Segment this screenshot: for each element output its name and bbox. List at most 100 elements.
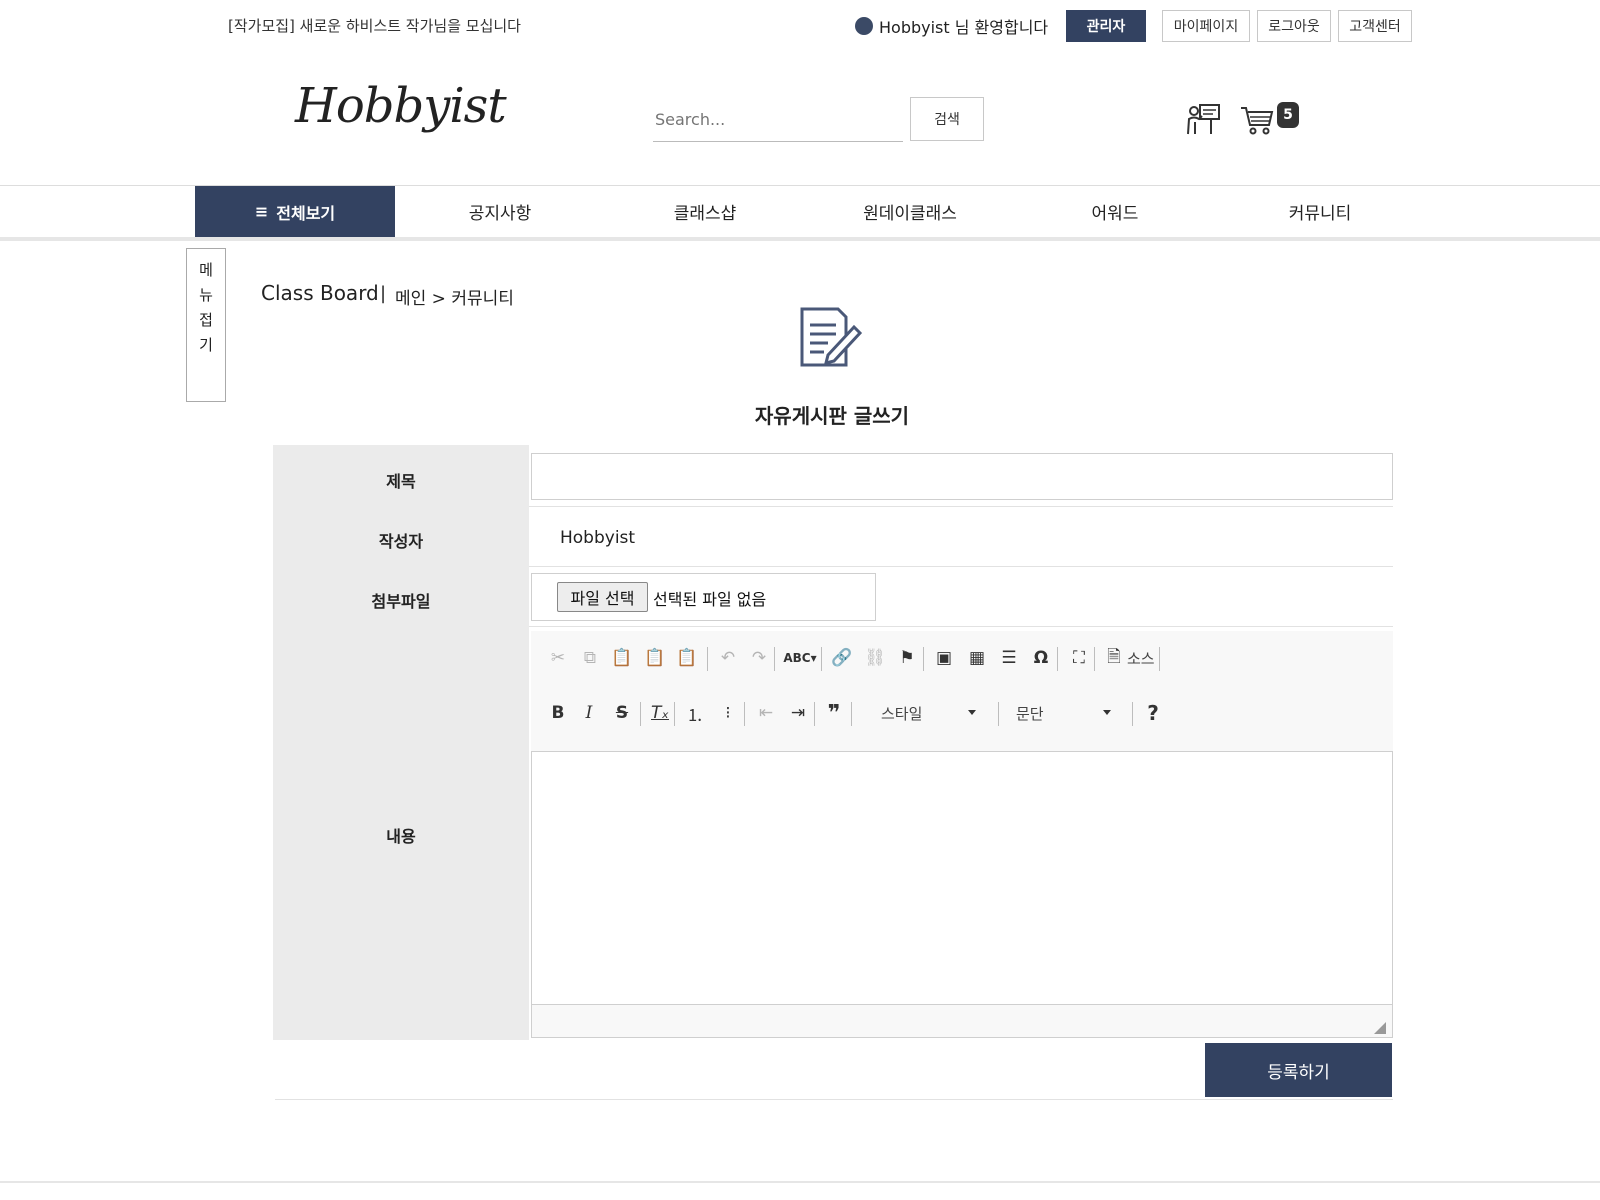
cut-icon[interactable]: ✂ xyxy=(545,645,571,671)
special-char-icon[interactable]: Ω xyxy=(1028,645,1054,671)
breadcrumb-separator: | xyxy=(380,283,387,304)
submit-button[interactable]: 등록하기 xyxy=(1205,1043,1392,1097)
copy-icon[interactable]: ⧉ xyxy=(577,645,603,671)
nav-item-class-shop[interactable]: 클래스샵 xyxy=(605,186,805,237)
spellcheck-icon[interactable]: ABC▾ xyxy=(783,645,817,671)
title-input[interactable] xyxy=(531,453,1393,500)
page-title: 자유게시판 글쓰기 xyxy=(754,404,910,428)
nav-item-award[interactable]: 어워드 xyxy=(1015,186,1215,237)
cart-count-badge: 5 xyxy=(1277,102,1299,128)
author-label: 작성자 xyxy=(378,532,424,551)
nav-all-label: 전체보기 xyxy=(276,203,336,223)
toolbar-separator xyxy=(674,702,675,726)
content-label: 내용 xyxy=(386,827,416,846)
fold-char: 뉴 xyxy=(199,286,213,304)
paste-icon[interactable]: 📋 xyxy=(609,645,635,671)
style-select-value: 스타일 xyxy=(881,704,923,723)
class-board-icon[interactable] xyxy=(1186,102,1222,136)
file-status-text: 선택된 파일 없음 xyxy=(653,590,767,609)
blockquote-icon[interactable]: ❞ xyxy=(821,700,847,726)
support-button[interactable]: 고객센터 xyxy=(1338,10,1412,42)
toolbar-separator xyxy=(1159,647,1160,671)
nav-divider xyxy=(0,237,1600,241)
fold-char: 메 xyxy=(199,261,213,279)
horizontal-rule-icon[interactable]: ☰ xyxy=(996,645,1022,671)
strike-icon[interactable]: S xyxy=(609,700,635,726)
editor-toolbar: ✂ ⧉ 📋 📋 📋 ↶ ↷ ABC▾ 🔗 ⛓ ⚑ ▣ ▦ ☰ Ω ⛶ 🗎 소스 … xyxy=(531,631,1393,752)
board-title: Class Board xyxy=(261,281,379,305)
toolbar-separator xyxy=(1132,702,1133,726)
paste-text-icon[interactable]: 📋 xyxy=(642,645,668,671)
image-icon[interactable]: ▣ xyxy=(931,645,957,671)
paste-word-icon[interactable]: 📋 xyxy=(674,645,700,671)
title-label: 제목 xyxy=(386,472,416,491)
search-button[interactable]: 검색 xyxy=(910,97,984,141)
toolbar-separator xyxy=(1057,647,1058,671)
undo-icon[interactable]: ↶ xyxy=(715,645,741,671)
link-icon[interactable]: 🔗 xyxy=(829,645,855,671)
toolbar-separator xyxy=(814,702,815,726)
search-input[interactable] xyxy=(653,97,903,142)
menu-icon: ≡ xyxy=(254,202,269,221)
choose-file-button[interactable]: 파일 선택 xyxy=(557,582,648,612)
toolbar-separator xyxy=(707,647,708,671)
welcome-text: Hobbyist 님 환영합니다 xyxy=(879,18,1049,37)
remove-format-icon[interactable]: Tₓ xyxy=(647,700,673,726)
toolbar-separator xyxy=(851,702,852,726)
author-value: Hobbyist xyxy=(560,528,636,548)
toolbar-separator xyxy=(923,647,924,671)
table-icon[interactable]: ▦ xyxy=(964,645,990,671)
fold-char: 기 xyxy=(199,336,213,354)
user-avatar-icon xyxy=(855,17,873,35)
redo-icon[interactable]: ↷ xyxy=(746,645,772,671)
nav-all-categories[interactable]: ≡ 전체보기 xyxy=(195,186,395,237)
logout-button[interactable]: 로그아웃 xyxy=(1257,10,1331,42)
toolbar-separator xyxy=(640,702,641,726)
toolbar-separator xyxy=(998,702,999,726)
nav-item-notice[interactable]: 공지사항 xyxy=(400,186,600,237)
toolbar-separator xyxy=(821,647,822,671)
fold-char: 접 xyxy=(199,311,213,329)
chevron-down-icon xyxy=(1103,710,1111,715)
nav-item-oneday-class[interactable]: 원데이클래스 xyxy=(810,186,1010,237)
row-divider xyxy=(529,566,1393,567)
site-logo[interactable]: Hobbyist xyxy=(295,78,507,134)
editor-content-area[interactable] xyxy=(532,752,1392,1004)
indent-icon[interactable]: ⇥ xyxy=(785,700,811,726)
toolbar-separator xyxy=(774,647,775,671)
top-bar: [작가모집] 새로운 하비스트 작가님을 모십니다 Hobbyist 님 환영합… xyxy=(0,0,1600,50)
outdent-icon[interactable]: ⇤ xyxy=(753,700,779,726)
bulleted-list-icon[interactable]: ⁝ xyxy=(715,700,741,726)
toolbar-separator xyxy=(744,702,745,726)
row-divider xyxy=(529,506,1393,507)
anchor-icon[interactable]: ⚑ xyxy=(894,645,920,671)
row-divider xyxy=(529,626,1393,627)
numbered-list-icon[interactable]: ⒈ xyxy=(682,700,708,726)
format-select-value: 문단 xyxy=(1016,704,1044,723)
recruit-notice-link[interactable]: [작가모집] 새로운 하비스트 작가님을 모십니다 xyxy=(228,15,521,36)
admin-button[interactable]: 관리자 xyxy=(1066,10,1146,42)
italic-icon[interactable]: I xyxy=(576,700,602,726)
style-select[interactable]: 스타일 xyxy=(881,699,976,727)
source-label[interactable]: 소스 xyxy=(1127,644,1155,672)
bold-icon[interactable]: B xyxy=(545,700,571,726)
help-icon[interactable]: ? xyxy=(1140,700,1166,726)
footer-divider xyxy=(0,1181,1600,1183)
breadcrumb: 메인 > 커뮤니티 xyxy=(395,289,514,309)
source-icon[interactable]: 🗎 xyxy=(1101,645,1127,671)
toolbar-separator xyxy=(1094,647,1095,671)
editor-status-bar xyxy=(532,1004,1392,1037)
attachment-label: 첨부파일 xyxy=(371,592,431,611)
unlink-icon[interactable]: ⛓ xyxy=(862,645,888,671)
cart-icon[interactable] xyxy=(1240,104,1274,136)
form-divider xyxy=(275,1099,1393,1100)
welcome-message: Hobbyist 님 환영합니다 xyxy=(855,14,1048,38)
chevron-down-icon xyxy=(968,710,976,715)
menu-fold-toggle[interactable]: 메 뉴 접 기 xyxy=(186,248,226,402)
maximize-icon[interactable]: ⛶ xyxy=(1066,645,1092,671)
nav-item-community[interactable]: 커뮤니티 xyxy=(1220,186,1420,237)
write-document-icon xyxy=(800,307,863,367)
mypage-button[interactable]: 마이페이지 xyxy=(1162,10,1250,42)
format-select[interactable]: 문단 xyxy=(1016,699,1111,727)
resize-handle-icon[interactable] xyxy=(1374,1022,1386,1034)
